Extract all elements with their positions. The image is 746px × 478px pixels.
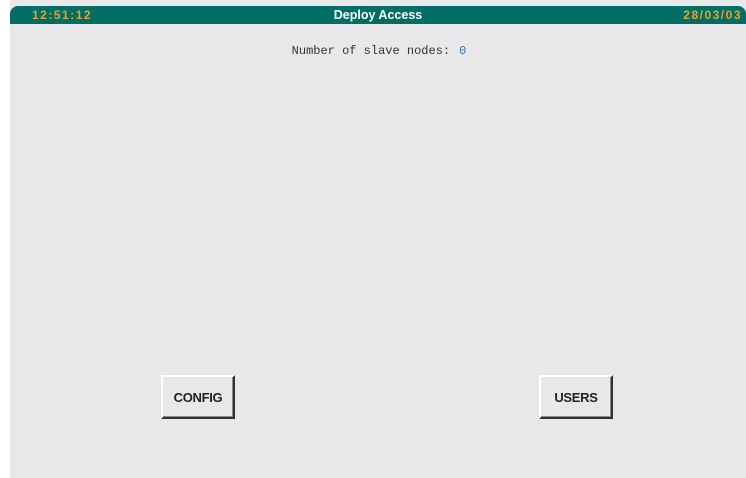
slave-nodes-status: Number of slave nodes: 0	[0, 44, 746, 58]
deploy-access-screen: 12:51:12 Deploy Access 28/03/03 Number o…	[0, 0, 746, 478]
main-panel	[10, 0, 746, 478]
users-button[interactable]: USERS	[539, 375, 613, 419]
slave-nodes-label: Number of slave nodes:	[291, 44, 451, 58]
slave-nodes-count: 0	[459, 44, 467, 58]
current-date: 28/03/03	[683, 8, 742, 22]
page-title: Deploy Access	[333, 8, 423, 22]
config-button[interactable]: CONFIG	[161, 375, 235, 419]
title-bar: 12:51:12 Deploy Access 28/03/03	[10, 6, 746, 24]
